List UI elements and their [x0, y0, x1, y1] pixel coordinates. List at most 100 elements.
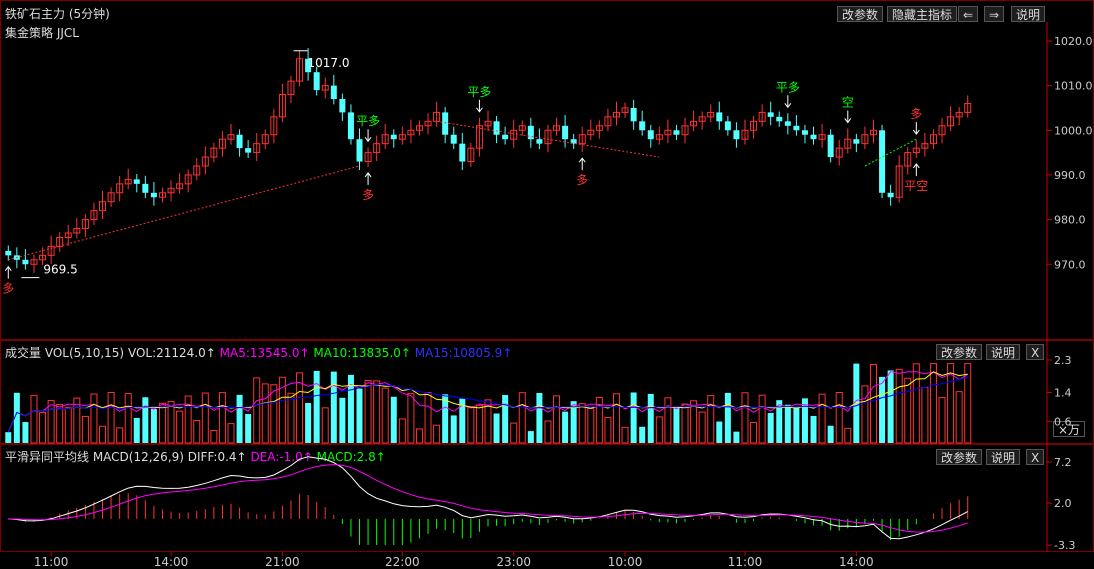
vol-bar: [330, 371, 337, 443]
vol-bar: [741, 392, 749, 444]
vol-bar: [912, 363, 920, 444]
candle-down: [639, 121, 646, 131]
signal-label: 多: [362, 188, 374, 202]
vol-bar: [210, 430, 218, 444]
signal-label: 平多: [467, 85, 491, 99]
vol-bar: [698, 411, 706, 444]
vol-bar: [176, 410, 184, 444]
vol-bar: [236, 394, 243, 443]
vol-bar: [245, 413, 252, 443]
vol-bar: [339, 397, 346, 443]
candle-down: [150, 192, 157, 198]
price-tick-label: 990.0: [1054, 169, 1086, 182]
chart-canvas: 1020.0 1010.0 1000.0 990.0 980.0 970.0 1017.0 9…: [2, 22, 1093, 569]
vol-bar: [227, 423, 235, 444]
vol-bar: [30, 394, 38, 444]
candle-down: [22, 259, 29, 265]
vol-bar: [305, 403, 312, 443]
signal-label: 多: [910, 107, 922, 121]
vol-bar: [673, 408, 680, 443]
diff-line: [8, 456, 968, 540]
vol-bar: [758, 394, 766, 444]
vol-bar: [90, 393, 98, 444]
vol-bar: [356, 388, 363, 443]
vol-bar: [433, 424, 441, 444]
candle-down: [347, 112, 354, 140]
vol-bar: [869, 364, 877, 444]
vol-bar: [750, 422, 758, 444]
candle-down: [733, 130, 740, 140]
candle-down: [390, 134, 397, 140]
candle-down: [236, 134, 243, 149]
candle-down: [459, 143, 466, 162]
candle-down: [776, 116, 783, 122]
vol-bar: [733, 431, 740, 443]
vol-bar: [793, 407, 800, 443]
vol-bar: [655, 416, 663, 444]
signal-label: 平多: [356, 114, 380, 128]
vol-tick-label: 1.4: [1054, 386, 1072, 399]
vol-bar: [424, 392, 432, 444]
macd-tick-label: 2.0: [1054, 497, 1072, 510]
vol-bar: [201, 392, 209, 444]
time-tick-label: 10:00: [608, 555, 643, 569]
vol-bar: [493, 413, 500, 443]
time-tick-label: 21:00: [265, 555, 300, 569]
vol-bar: [184, 395, 192, 444]
vol-bar: [321, 407, 329, 444]
candle-down: [784, 121, 791, 126]
vol-bar: [707, 395, 715, 444]
vol-bar: [879, 376, 886, 443]
vol-bar: [664, 397, 672, 444]
vol-bar: [938, 397, 946, 444]
vol-bar: [64, 407, 72, 444]
candle-down: [356, 139, 363, 162]
signal-label: 空: [842, 95, 854, 109]
vol-bar: [142, 397, 149, 443]
candle-down: [536, 139, 543, 144]
vol-bar: [647, 393, 654, 443]
vol-bar: [527, 431, 534, 443]
vol-bar: [47, 399, 55, 444]
vol-bar: [716, 421, 723, 443]
price-tick-label: 1010.0: [1054, 80, 1093, 93]
candle-down: [810, 134, 817, 140]
vol-bar: [612, 393, 620, 444]
signal-label: 多: [2, 282, 14, 296]
vol-bar: [287, 392, 295, 444]
vol-bar: [99, 425, 107, 444]
vol-bar: [150, 408, 157, 443]
candle-down: [450, 134, 457, 144]
signal-label: 平多: [776, 80, 800, 94]
vol-bar: [56, 403, 64, 444]
macd-tick-label: 7.2: [1054, 456, 1072, 469]
vol-bar: [116, 427, 124, 444]
time-tick-label: 23:00: [496, 555, 531, 569]
price-tick-label: 1020.0: [1054, 35, 1093, 48]
candle-down: [887, 192, 894, 198]
vol-bar: [81, 415, 89, 444]
vol-bar: [502, 395, 509, 443]
vol-bar: [373, 380, 381, 444]
vol-bar: [167, 400, 175, 444]
candle-down: [801, 130, 808, 135]
candle-down: [245, 148, 252, 153]
vol-bar: [587, 408, 595, 444]
vol-bar: [22, 422, 29, 443]
candle-down: [133, 179, 140, 184]
high-price-label: 1017.0: [308, 56, 350, 70]
low-price-label: 969.5: [43, 263, 77, 277]
vol-bar: [621, 426, 629, 444]
vol-bar: [467, 406, 475, 444]
macd-tick-label: -3.3: [1054, 539, 1075, 552]
candle-down: [827, 134, 834, 158]
candle-down: [879, 130, 886, 193]
vol-bar: [639, 426, 646, 443]
vol-bar: [810, 415, 817, 443]
candle-down: [716, 112, 723, 122]
vol-bar: [767, 413, 774, 443]
vol-bar: [510, 422, 518, 444]
vol-bar: [861, 385, 869, 444]
candle-down: [330, 85, 337, 99]
vol-bar: [630, 392, 637, 443]
